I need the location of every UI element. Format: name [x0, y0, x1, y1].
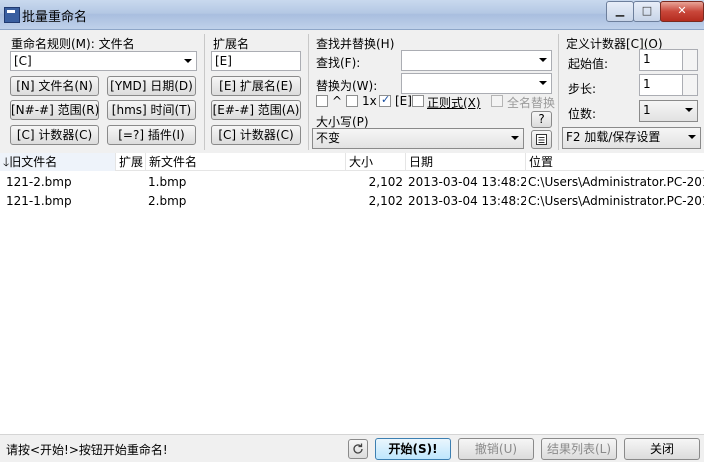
new-name-cell: 1.bmp: [148, 175, 187, 189]
case-select[interactable]: 不变: [312, 128, 524, 149]
size-cell: 2,102: [368, 194, 403, 208]
chevron-down-icon[interactable]: [688, 135, 696, 139]
list-header: 🡓旧文件名 扩展 新文件名 大小 日期 位置: [0, 153, 704, 171]
close-window-button[interactable]: ✕: [660, 1, 704, 22]
ext-group-label: 扩展名: [213, 37, 250, 51]
step-label: 步长:: [568, 82, 597, 96]
spin-up-icon[interactable]: [682, 75, 697, 85]
divider: [308, 34, 309, 150]
table-row[interactable]: 121-1.bmp 2.bmp 2,102 2013-03-04 13:48:2…: [0, 192, 704, 211]
ext-cell: [119, 192, 145, 211]
replace-input[interactable]: [401, 73, 552, 94]
spin-up-icon[interactable]: [682, 50, 697, 60]
name-token-button[interactable]: [N] 文件名(N): [10, 76, 99, 96]
column-header-size[interactable]: 大小: [346, 153, 406, 171]
start-label: 起始值:: [568, 57, 609, 71]
chevron-down-icon[interactable]: [539, 58, 547, 62]
ext-cell: [119, 173, 145, 192]
ext-counter-button[interactable]: [C] 计数器(C): [211, 125, 301, 145]
column-header-path[interactable]: 位置: [526, 153, 704, 171]
chevron-down-icon[interactable]: [511, 136, 519, 140]
old-name-cell: 121-1.bmp: [6, 194, 72, 208]
rule-group-label: 重命名规则(M): 文件名: [11, 37, 135, 51]
status-text: 请按<开始!>按钮开始重命名!: [6, 443, 168, 457]
start-button[interactable]: 开始(S)!: [375, 438, 451, 460]
caret-checkbox[interactable]: [316, 95, 328, 107]
edit-rules-button[interactable]: [531, 130, 552, 149]
title-bar: 批量重命名 ▁ □ ✕: [0, 0, 704, 30]
new-name-cell: 2.bmp: [148, 194, 187, 208]
counter-token-button[interactable]: [C] 计数器(C): [10, 125, 99, 145]
rule-input[interactable]: [C]: [10, 51, 197, 71]
find-group-label: 查找并替换(H): [316, 37, 395, 51]
old-name-cell: 121-2.bmp: [6, 175, 72, 189]
chevron-down-icon[interactable]: [539, 81, 547, 85]
path-cell: C:\Users\Administrator.PC-201: [528, 175, 704, 189]
divider: [558, 34, 559, 150]
step-value: 1: [643, 77, 651, 91]
app-icon: [4, 7, 20, 23]
regex-checkbox-label: 正则式(X): [427, 96, 481, 110]
digits-select[interactable]: 1: [639, 100, 698, 122]
ext-checkbox-label: [E]: [395, 94, 412, 108]
window-title: 批量重命名: [22, 10, 88, 25]
time-token-button[interactable]: [hms] 时间(T): [107, 100, 196, 120]
date-cell: 2013-03-04 13:48:23: [408, 194, 526, 208]
column-header-date[interactable]: 日期: [406, 153, 526, 171]
load-save-label: F2 加载/保存设置: [566, 130, 661, 144]
spin-down-icon[interactable]: [682, 85, 697, 95]
column-header-new-name[interactable]: 新文件名: [146, 153, 346, 171]
fullname-checkbox[interactable]: [491, 95, 503, 107]
result-list-button[interactable]: 结果列表(L): [541, 438, 617, 460]
help-button[interactable]: ?: [531, 111, 552, 128]
date-token-button[interactable]: [YMD] 日期(D): [107, 76, 196, 96]
name-range-button[interactable]: [N#-#] 范围(R): [10, 100, 99, 120]
minimize-button[interactable]: ▁: [606, 1, 634, 22]
divider: [204, 34, 205, 150]
once-checkbox-label: 1x: [362, 94, 377, 108]
close-button[interactable]: 关闭: [624, 438, 700, 460]
start-input[interactable]: 1: [639, 49, 698, 71]
spin-down-icon[interactable]: [682, 60, 697, 70]
chevron-down-icon[interactable]: [184, 59, 192, 63]
ext-checkbox[interactable]: [379, 93, 391, 107]
find-label: 查找(F):: [316, 56, 361, 70]
digits-label: 位数:: [568, 107, 597, 121]
replace-label: 替换为(W):: [316, 79, 378, 93]
case-value: 不变: [316, 131, 341, 145]
rule-value: [C]: [14, 54, 32, 68]
document-icon: [536, 134, 547, 145]
ext-value: [E]: [215, 54, 232, 68]
start-value: 1: [643, 52, 651, 66]
once-checkbox[interactable]: [346, 95, 358, 107]
ext-input[interactable]: [E]: [211, 51, 301, 71]
maximize-button[interactable]: □: [633, 1, 661, 22]
load-save-select[interactable]: F2 加载/保存设置: [562, 127, 701, 149]
regex-checkbox[interactable]: [412, 95, 424, 107]
column-header-ext[interactable]: 扩展: [116, 153, 146, 171]
path-cell: C:\Users\Administrator.PC-201: [528, 194, 704, 208]
undo-button[interactable]: 撤销(U): [458, 438, 534, 460]
plugin-token-button[interactable]: [=?] 插件(I): [107, 125, 196, 145]
chevron-down-icon[interactable]: [685, 108, 693, 112]
step-input[interactable]: 1: [639, 74, 698, 96]
caret-checkbox-label: ^: [332, 94, 343, 108]
fullname-checkbox-label: 全名替换: [507, 96, 556, 110]
ext-token-button[interactable]: [E] 扩展名(E): [211, 76, 301, 96]
table-row[interactable]: 121-2.bmp 1.bmp 2,102 2013-03-04 13:48:2…: [0, 173, 704, 192]
refresh-button[interactable]: [348, 439, 368, 459]
size-cell: 2,102: [368, 175, 403, 189]
refresh-icon: [353, 443, 363, 454]
ext-range-button[interactable]: [E#-#] 范围(A): [211, 100, 301, 120]
find-input[interactable]: [401, 50, 552, 71]
date-cell: 2013-03-04 13:48:23: [408, 175, 526, 189]
column-header-old-name[interactable]: 🡓旧文件名: [0, 153, 116, 171]
digits-value: 1: [643, 103, 651, 117]
